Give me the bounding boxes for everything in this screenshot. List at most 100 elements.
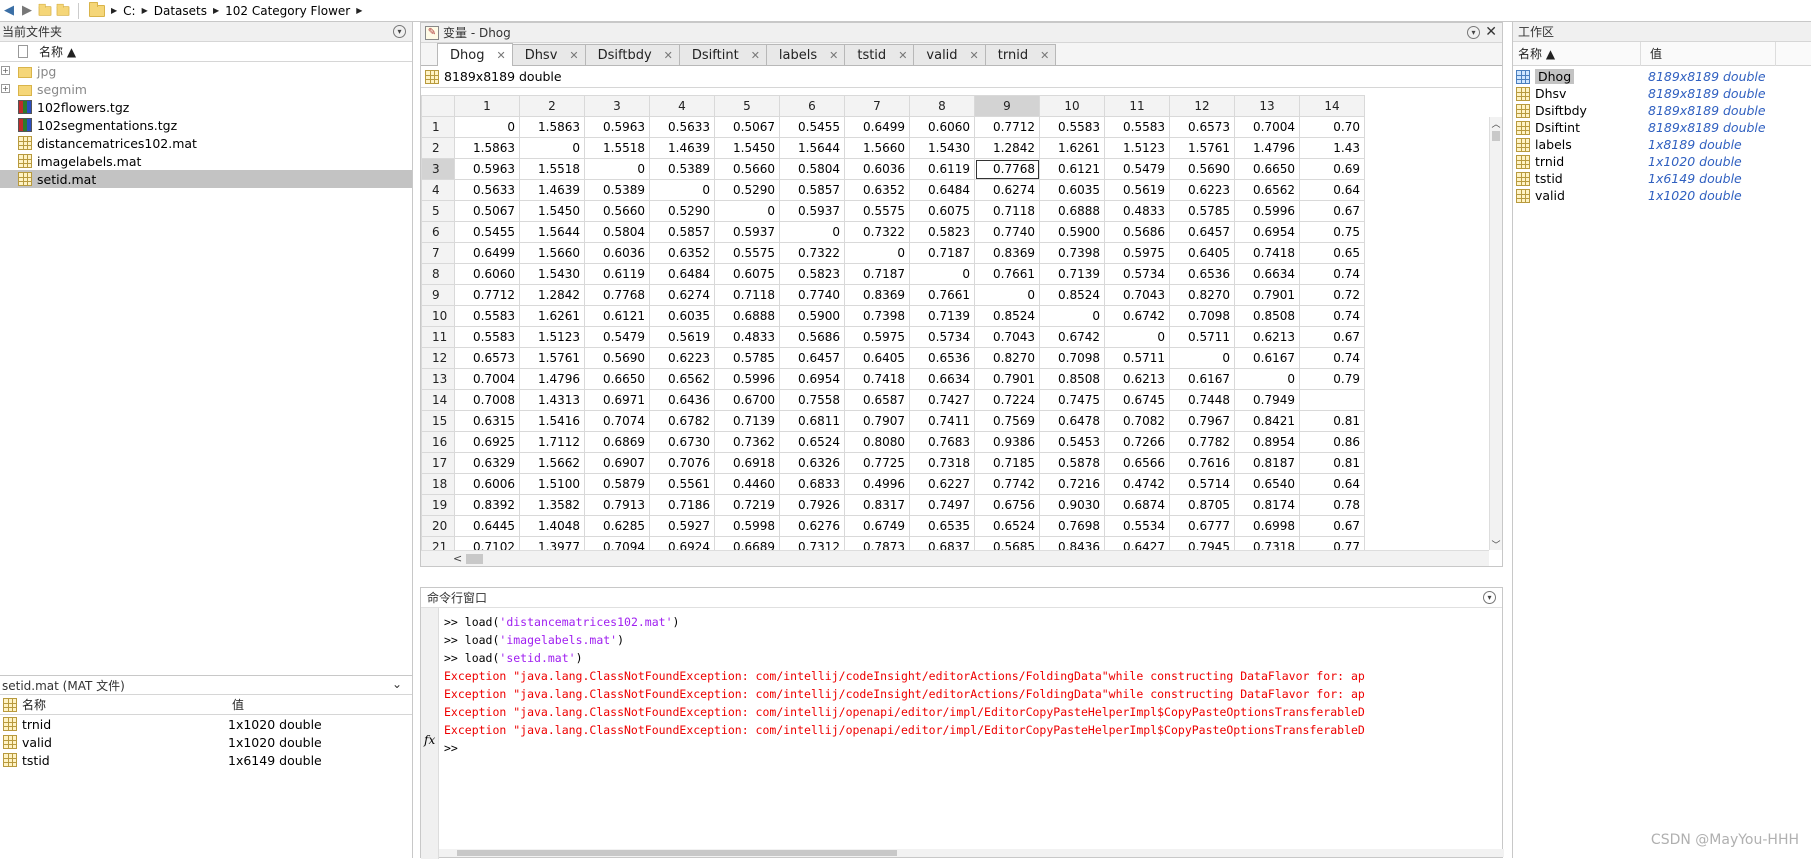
tab-tstid[interactable]: tstid ✕ <box>844 44 915 65</box>
table-cell[interactable]: 0.5998 <box>714 515 780 537</box>
table-cell[interactable]: 0.9030 <box>1039 494 1105 516</box>
table-cell[interactable]: 1.5416 <box>519 410 585 432</box>
table-cell[interactable]: 0.7949 <box>1234 389 1300 411</box>
row-header[interactable]: 1 <box>421 116 455 138</box>
table-cell[interactable]: 0.64 <box>1299 179 1365 201</box>
table-cell[interactable]: 0.86 <box>1299 431 1365 453</box>
table-cell[interactable]: 0.6536 <box>909 347 975 369</box>
breadcrumb-datasets[interactable]: Datasets <box>154 4 207 18</box>
table-cell[interactable]: 0.5389 <box>649 158 715 180</box>
table-cell[interactable]: 0.6833 <box>779 473 845 495</box>
name-column-header[interactable]: 名称 ▲ <box>1518 45 1555 62</box>
scroll-thumb[interactable] <box>466 554 483 564</box>
row-header[interactable]: 3 <box>421 158 455 180</box>
table-cell[interactable]: 1.5123 <box>519 326 585 348</box>
row-header[interactable]: 18 <box>421 473 455 495</box>
table-cell[interactable]: 0.7139 <box>1039 263 1105 285</box>
workspace-item-dhsv[interactable]: Dhsv 8189x8189 double <box>1513 85 1811 102</box>
table-cell[interactable]: 0.8508 <box>1039 368 1105 390</box>
table-cell[interactable]: 0.5583 <box>1039 116 1105 138</box>
table-cell[interactable]: 0.8954 <box>1234 431 1300 453</box>
table-cell[interactable]: 0.6742 <box>1039 326 1105 348</box>
table-cell[interactable]: 0.6562 <box>1234 179 1300 201</box>
table-cell[interactable]: 0.5734 <box>909 326 975 348</box>
name-column-header[interactable]: 名称 ▲ <box>39 43 76 60</box>
table-cell[interactable]: 0.6954 <box>779 368 845 390</box>
table-cell[interactable]: 0.7661 <box>909 284 975 306</box>
table-cell[interactable]: 0.5785 <box>714 347 780 369</box>
table-cell[interactable]: 1.4639 <box>649 137 715 159</box>
table-cell[interactable]: 0 <box>1039 305 1105 327</box>
breadcrumb-drive[interactable]: C: <box>123 4 135 18</box>
row-header[interactable]: 19 <box>421 494 455 516</box>
table-cell[interactable]: 0.5455 <box>779 116 845 138</box>
panel-menu-icon[interactable]: ▾ <box>1483 591 1496 604</box>
list-item-imagelabels[interactable]: imagelabels.mat <box>0 152 412 170</box>
back-arrow-icon[interactable]: ◀ <box>0 2 18 20</box>
table-cell[interactable]: 0.6811 <box>779 410 845 432</box>
table-cell[interactable]: 0.5804 <box>584 221 650 243</box>
table-cell[interactable]: 0.7187 <box>844 263 910 285</box>
table-cell[interactable]: 0.8080 <box>844 431 910 453</box>
column-header[interactable]: 11 <box>1104 95 1170 117</box>
table-cell[interactable]: 0.74 <box>1299 305 1365 327</box>
data-table[interactable]: 1 2 3 4 5 6 7 8 9 10 11 12 13 14 1 0 1.5863 0.5963 0.5633 0… <box>421 95 1365 550</box>
table-cell[interactable]: 0.5686 <box>779 326 845 348</box>
table-cell[interactable]: 0.6924 <box>649 536 715 550</box>
row-header[interactable]: 21 <box>421 536 455 550</box>
table-cell[interactable]: 0.6285 <box>584 515 650 537</box>
table-cell[interactable]: 0.8524 <box>1039 284 1105 306</box>
table-cell[interactable]: 0.7901 <box>1234 284 1300 306</box>
table-cell[interactable]: 0.5290 <box>649 200 715 222</box>
row-header[interactable]: 16 <box>421 431 455 453</box>
table-cell[interactable]: 0.5619 <box>649 326 715 348</box>
table-cell[interactable]: 0.5690 <box>1169 158 1235 180</box>
table-cell[interactable]: 0.7907 <box>844 410 910 432</box>
table-cell[interactable]: 0.5633 <box>649 116 715 138</box>
table-cell[interactable]: 0.6119 <box>584 263 650 285</box>
table-cell[interactable]: 0.7118 <box>974 200 1040 222</box>
table-cell[interactable]: 0.5575 <box>844 200 910 222</box>
column-header[interactable]: 5 <box>714 95 780 117</box>
name-column-header[interactable]: 名称 <box>22 696 46 713</box>
table-cell[interactable]: 0.5857 <box>649 221 715 243</box>
table-cell[interactable]: 0.6457 <box>1169 221 1235 243</box>
table-cell[interactable]: 0.6689 <box>714 536 780 550</box>
table-cell[interactable]: 0.6484 <box>909 179 975 201</box>
table-cell[interactable]: 0.5711 <box>1104 347 1170 369</box>
table-cell[interactable]: 0.7098 <box>1039 347 1105 369</box>
table-cell[interactable]: 0.6782 <box>649 410 715 432</box>
table-cell[interactable]: 0.7411 <box>909 410 975 432</box>
table-cell[interactable]: 0.7768 <box>974 158 1040 180</box>
table-cell[interactable]: 0.5455 <box>454 221 520 243</box>
table-cell[interactable]: 0.6562 <box>649 368 715 390</box>
table-cell[interactable]: 0.5686 <box>1104 221 1170 243</box>
table-cell[interactable]: 0.6700 <box>714 389 780 411</box>
table-cell[interactable]: 1.5450 <box>519 200 585 222</box>
table-cell[interactable]: 0.67 <box>1299 326 1365 348</box>
table-cell[interactable]: 0.7008 <box>454 389 520 411</box>
table-cell[interactable]: 0.7187 <box>909 242 975 264</box>
table-cell[interactable]: 0.8174 <box>1234 494 1300 516</box>
table-cell[interactable]: 0.7475 <box>1039 389 1105 411</box>
table-cell[interactable]: 0.5479 <box>584 326 650 348</box>
table-cell[interactable]: 0.8436 <box>1039 536 1105 550</box>
column-header[interactable]: 12 <box>1169 95 1235 117</box>
table-cell[interactable]: 0.6971 <box>584 389 650 411</box>
table-cell[interactable]: 0.5534 <box>1104 515 1170 537</box>
chevron-down-icon[interactable]: ⌄ <box>392 677 402 691</box>
row-header[interactable]: 7 <box>421 242 455 264</box>
table-cell[interactable]: 0 <box>844 242 910 264</box>
table-cell[interactable]: 0.5479 <box>1104 158 1170 180</box>
close-tab-icon[interactable]: ✕ <box>970 49 979 62</box>
browse-folder-icon[interactable] <box>54 2 72 20</box>
table-cell[interactable]: 0.7725 <box>844 452 910 474</box>
horizontal-scrollbar[interactable] <box>439 849 1504 857</box>
table-cell[interactable]: 1.5644 <box>779 137 845 159</box>
table-cell[interactable]: 0.6918 <box>714 452 780 474</box>
row-header[interactable]: 17 <box>421 452 455 474</box>
table-cell[interactable]: 0.7712 <box>974 116 1040 138</box>
table-cell[interactable]: 0.7569 <box>974 410 1040 432</box>
vertical-scrollbar[interactable]: ︿ ﹀ <box>1489 117 1502 551</box>
table-cell[interactable]: 0.7782 <box>1169 431 1235 453</box>
